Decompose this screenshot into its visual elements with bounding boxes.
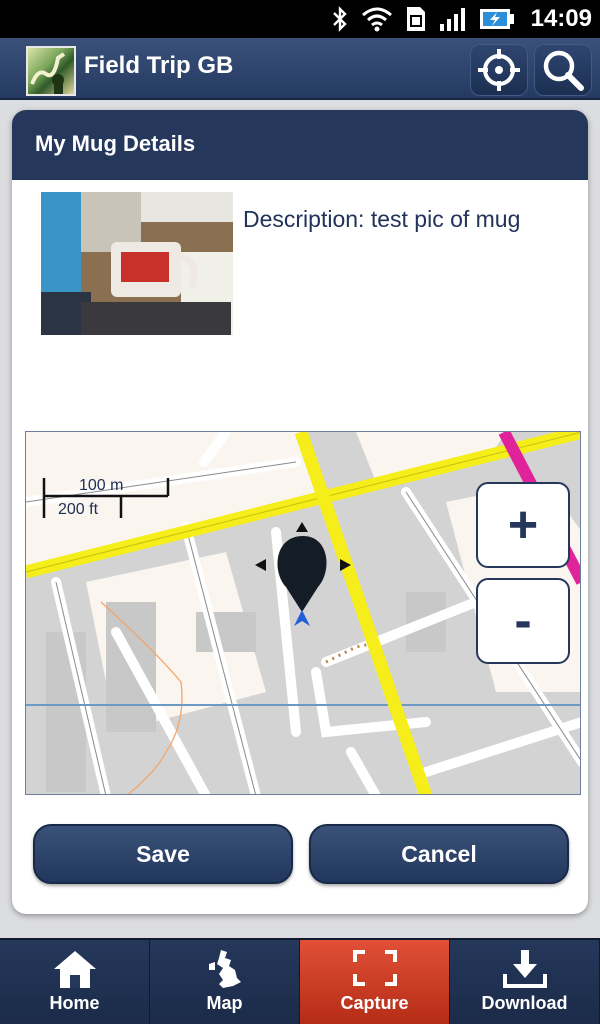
locate-button[interactable] bbox=[470, 44, 528, 96]
nav-download[interactable]: Download bbox=[450, 940, 600, 1024]
status-bar: 14:09 bbox=[0, 0, 600, 38]
download-icon bbox=[502, 950, 547, 988]
zoom-out-button[interactable]: - bbox=[476, 578, 570, 664]
nav-map-label: Map bbox=[206, 993, 243, 1013]
signal-icon bbox=[439, 8, 465, 31]
uk-map-icon bbox=[208, 950, 241, 988]
sim-icon bbox=[406, 7, 425, 31]
nav-home[interactable]: Home bbox=[0, 940, 150, 1024]
cancel-button[interactable]: Cancel bbox=[309, 824, 569, 884]
details-dialog: My Mug Details Description: test pic of … bbox=[12, 110, 588, 914]
bottom-nav: Home Map Capture Download bbox=[0, 938, 600, 1024]
nav-map[interactable]: Map bbox=[150, 940, 300, 1024]
capture-icon bbox=[352, 950, 397, 986]
scale-metric-label: 100 m bbox=[79, 477, 123, 494]
status-time: 14:09 bbox=[530, 5, 592, 32]
scale-imperial-label: 200 ft bbox=[58, 501, 99, 518]
save-button[interactable]: Save bbox=[33, 824, 293, 884]
nav-download-label: Download bbox=[481, 993, 568, 1013]
search-icon bbox=[543, 50, 584, 91]
wifi-icon bbox=[361, 7, 392, 32]
captured-photo[interactable] bbox=[41, 192, 233, 335]
app-title: Field Trip GB bbox=[84, 52, 234, 79]
bluetooth-icon bbox=[332, 6, 347, 32]
search-button[interactable] bbox=[534, 44, 592, 96]
status-icons: 14:09 bbox=[331, 0, 592, 38]
home-icon bbox=[53, 951, 96, 988]
nav-capture-label: Capture bbox=[340, 993, 409, 1013]
nav-home-label: Home bbox=[49, 993, 100, 1013]
locate-icon bbox=[478, 49, 520, 91]
dialog-title: My Mug Details bbox=[12, 110, 588, 180]
nav-capture[interactable]: Capture bbox=[300, 940, 450, 1024]
description-text: Description: test pic of mug bbox=[243, 206, 521, 232]
battery-charging-icon bbox=[479, 9, 514, 29]
app-bar: Field Trip GB bbox=[0, 38, 600, 100]
location-map[interactable]: 100 m 200 ft + - bbox=[25, 431, 581, 795]
zoom-in-button[interactable]: + bbox=[476, 482, 570, 568]
app-logo bbox=[26, 46, 76, 96]
